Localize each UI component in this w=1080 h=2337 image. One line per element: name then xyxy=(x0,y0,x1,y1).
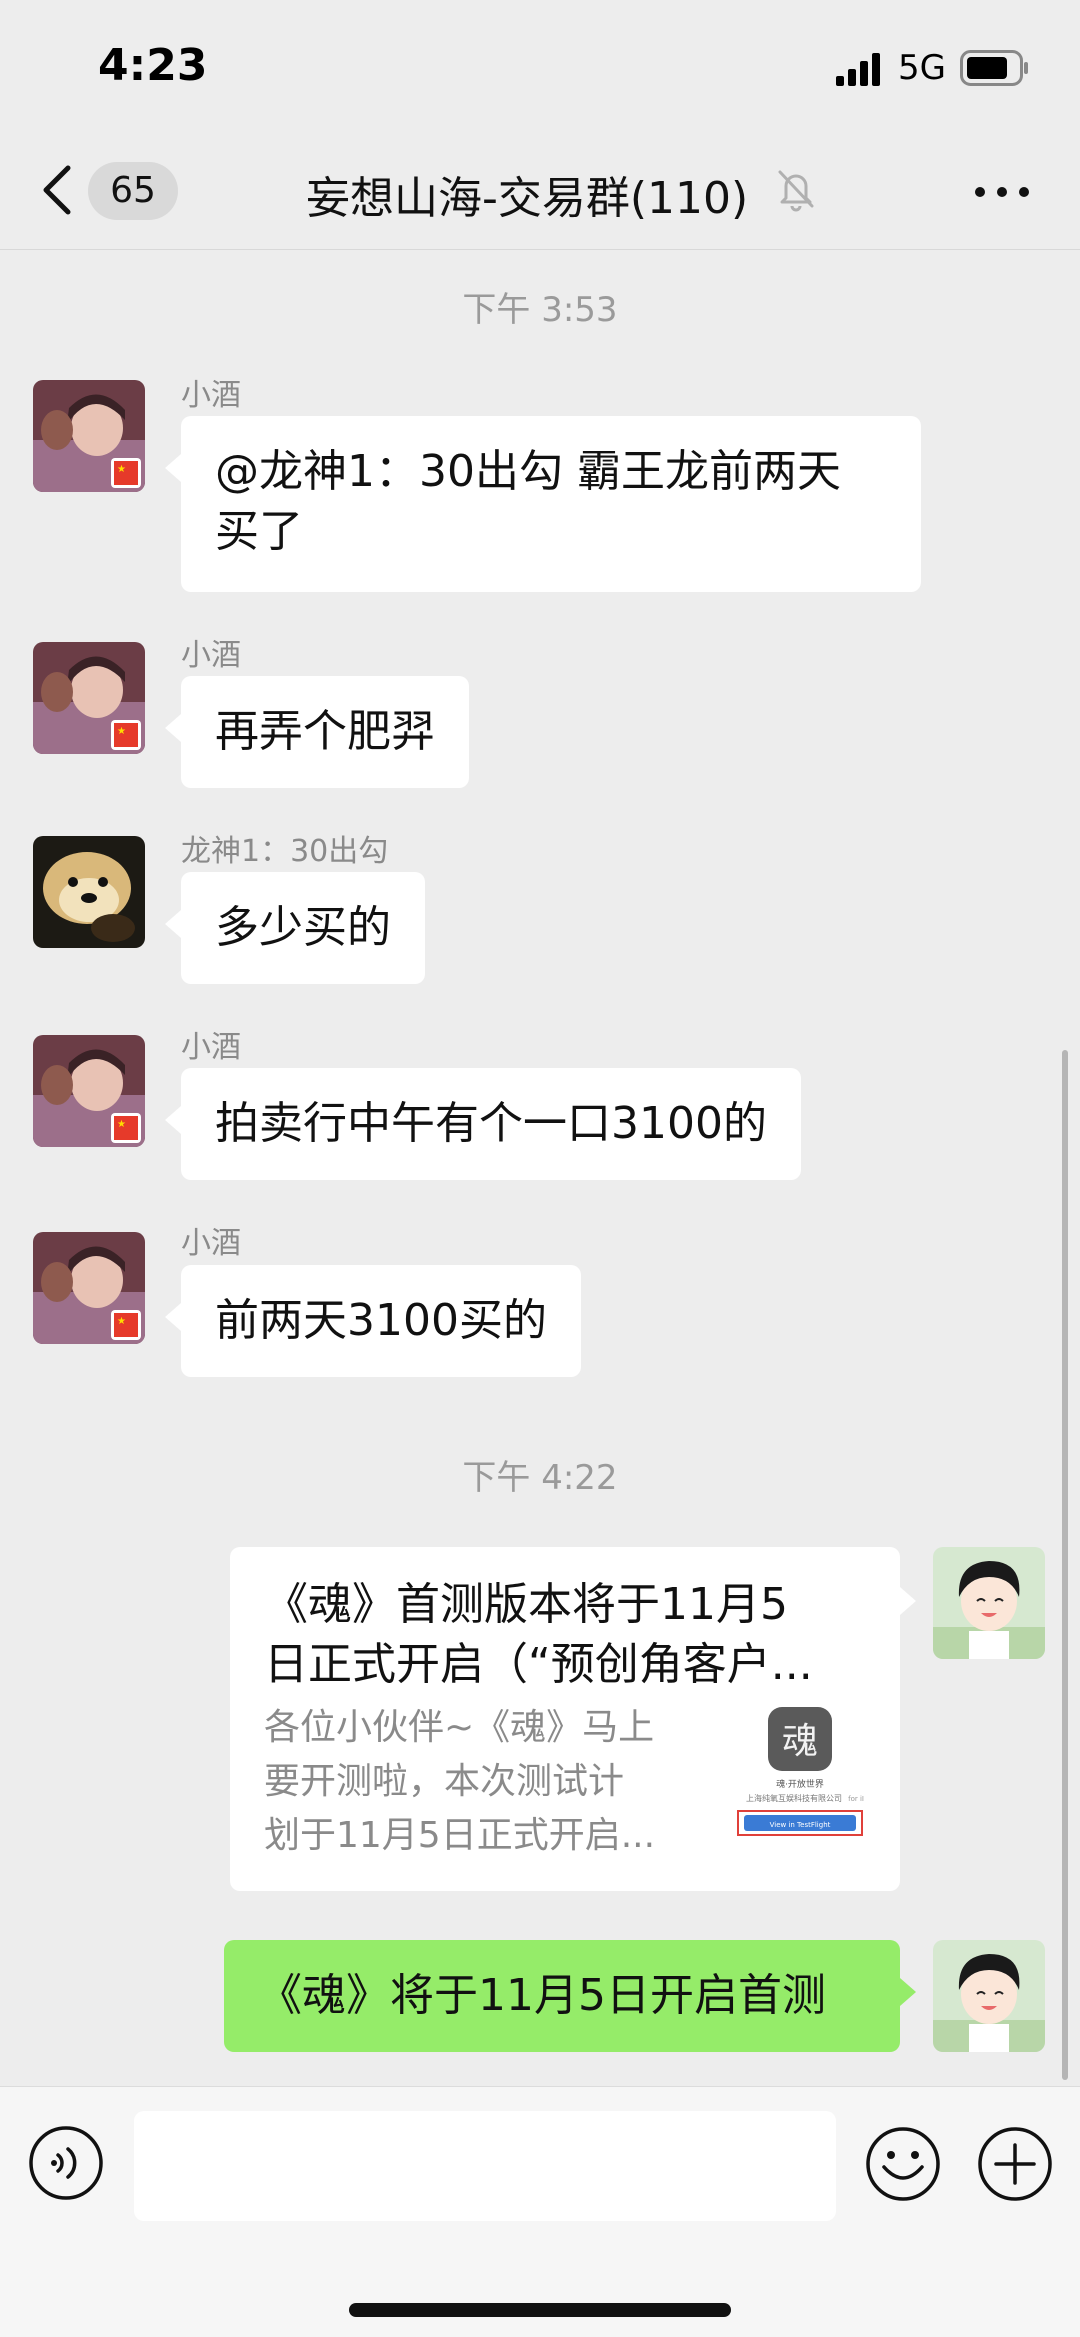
link-desc-line: 划于11月5日正式开启... xyxy=(264,1815,656,1856)
girl-avatar-image: ★ xyxy=(33,1035,145,1147)
message-text: 多少买的 xyxy=(215,902,391,953)
svg-text:魂: 魂 xyxy=(782,1721,818,1762)
sender-name: 小酒 xyxy=(181,378,241,413)
message-bubble[interactable]: 拍卖行中午有个一口3100的 xyxy=(165,1068,801,1180)
cartoon-boy-avatar-image xyxy=(933,1547,1045,1659)
sender-name: 小酒 xyxy=(181,638,241,673)
message-bubble[interactable]: 再弄个肥羿 xyxy=(165,676,469,788)
status-time: 4:23 xyxy=(98,40,208,91)
ellipsis-icon[interactable] xyxy=(972,182,1032,202)
thumb-app-name: 魂·开放世界 xyxy=(776,1778,824,1790)
message-text: 拍卖行中午有个一口3100的 xyxy=(215,1098,767,1149)
message-bubble[interactable]: 前两天3100买的 xyxy=(165,1265,581,1377)
link-card[interactable]: 《魂》首测版本将于11月5 日正式开启（“预创角客户... 各位小伙伴~《魂》马… xyxy=(230,1547,916,1891)
sender-name: 龙神1：30出勾 xyxy=(181,834,389,869)
timestamp: 下午 4:22 xyxy=(462,1458,618,1498)
message-text: 《魂》将于11月5日开启首测 xyxy=(258,1970,826,2021)
unread-count-badge[interactable]: 65 xyxy=(88,162,178,220)
plus-icon[interactable] xyxy=(976,2125,1054,2203)
girl-avatar[interactable]: ★ xyxy=(33,642,145,754)
network-label: 5G xyxy=(898,48,946,88)
sender-name: 小酒 xyxy=(181,1226,241,1261)
chevron-left-icon[interactable] xyxy=(38,162,78,218)
link-desc-line: 要开测啦，本次测试计 xyxy=(264,1761,625,1802)
bell-slash-icon xyxy=(778,170,814,212)
message-text-line: @龙神1：30出勾 霸王龙前两天 xyxy=(215,446,841,497)
svg-text:★: ★ xyxy=(117,726,126,737)
girl-avatar-image: ★ xyxy=(33,642,145,754)
message-text-line: 买了 xyxy=(215,506,303,557)
dog-avatar-image xyxy=(33,836,145,948)
thumb-for: for iI xyxy=(848,1795,864,1803)
girl-avatar[interactable]: ★ xyxy=(33,1035,145,1147)
girl-avatar[interactable]: ★ xyxy=(33,380,145,492)
link-card-title: 《魂》首测版本将于11月5 日正式开启（“预创角客户... xyxy=(264,1575,864,1695)
voice-icon[interactable] xyxy=(28,2125,104,2201)
svg-text:★: ★ xyxy=(117,1316,126,1327)
link-desc-line: 各位小伙伴~《魂》马上 xyxy=(264,1707,655,1748)
message-bubble[interactable]: @龙神1：30出勾 霸王龙前两天 买了 xyxy=(165,416,921,592)
timestamp: 下午 3:53 xyxy=(462,290,618,330)
sent-message-bubble[interactable]: 《魂》将于11月5日开启首测 xyxy=(224,1940,916,2052)
cartoon-boy-avatar[interactable] xyxy=(933,1940,1045,2052)
link-title-line: 《魂》首测版本将于11月5 xyxy=(264,1579,788,1630)
link-card-description: 各位小伙伴~《魂》马上 要开测啦，本次测试计 划于11月5日正式开启... xyxy=(264,1701,704,1863)
svg-text:★: ★ xyxy=(117,464,126,475)
status-bar: 4:23 5G xyxy=(0,0,1080,130)
chat-header: 65 妄想山海-交易群(110) xyxy=(0,130,1080,250)
message-text: 再弄个肥羿 xyxy=(215,706,435,757)
svg-text:★: ★ xyxy=(117,1119,126,1130)
girl-avatar-image: ★ xyxy=(33,1232,145,1344)
link-title-line: 日正式开启（“预创角客户... xyxy=(264,1639,813,1690)
cartoon-boy-avatar-image xyxy=(933,1940,1045,2052)
message-bubble[interactable]: 多少买的 xyxy=(165,872,425,984)
sender-name: 小酒 xyxy=(181,1030,241,1065)
cartoon-boy-avatar[interactable] xyxy=(933,1547,1045,1659)
chat-scrollbar[interactable] xyxy=(1062,1050,1068,2080)
girl-avatar-image: ★ xyxy=(33,380,145,492)
message-input[interactable] xyxy=(134,2111,836,2221)
link-card-thumbnail: 魂 魂·开放世界 上海纯氧互娱科技有限公司 for iI View in Tes… xyxy=(730,1703,870,1843)
emoji-icon[interactable] xyxy=(864,2125,942,2203)
thumb-button: View in TestFlight xyxy=(770,1821,831,1829)
thumb-company: 上海纯氧互娱科技有限公司 xyxy=(746,1793,842,1803)
chat-title: 妄想山海-交易群(110) xyxy=(306,173,749,224)
input-bar xyxy=(0,2086,1080,2337)
signal-icon xyxy=(836,53,880,86)
dog-avatar[interactable] xyxy=(33,836,145,948)
message-text: 前两天3100买的 xyxy=(215,1295,547,1346)
girl-avatar[interactable]: ★ xyxy=(33,1232,145,1344)
battery-icon xyxy=(960,50,1028,86)
home-indicator xyxy=(349,2303,731,2317)
